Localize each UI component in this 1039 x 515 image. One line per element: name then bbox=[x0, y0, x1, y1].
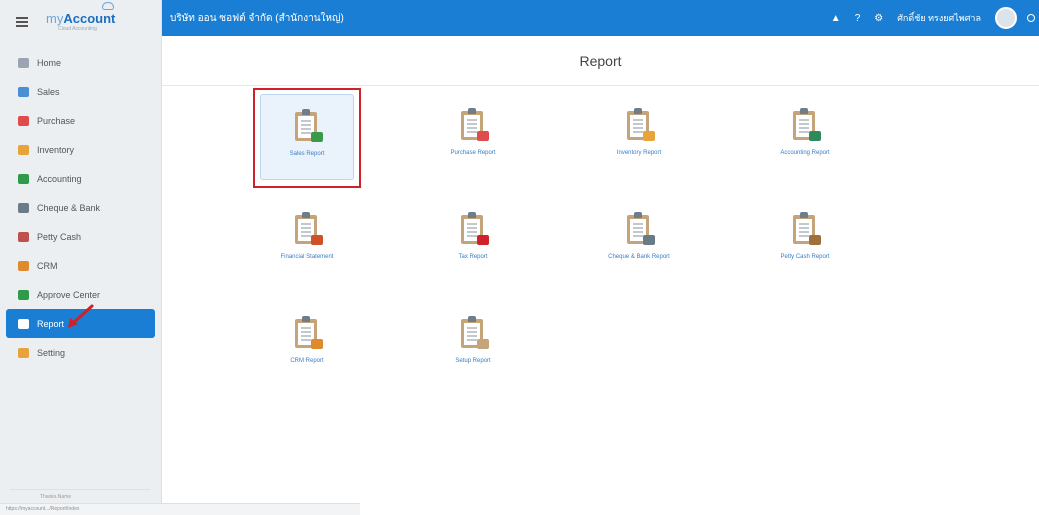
sidebar-item-sales[interactable]: Sales bbox=[6, 77, 155, 106]
report-card-label: Tax Report bbox=[458, 254, 488, 260]
sidebar: myAccount Cloud Accounting Home Sales Purc… bbox=[0, 0, 162, 515]
clipboard-icon bbox=[461, 108, 489, 141]
clipboard-icon bbox=[793, 212, 821, 245]
bell-icon[interactable]: ▲ bbox=[831, 13, 841, 24]
user-name[interactable]: ศักดิ์ชัย ทรงยศไพศาล bbox=[897, 11, 981, 25]
report-card-label: Accounting Report bbox=[780, 150, 830, 156]
topbar: บริษัท ออน ซอฟต์ จำกัด (สำนักงานใหญ่) ▲ … bbox=[162, 0, 1039, 36]
clipboard-icon bbox=[627, 108, 655, 141]
sidebar-item-label: Petty Cash bbox=[37, 231, 82, 242]
settings-icon[interactable]: ⚙ bbox=[874, 13, 883, 24]
sidebar-item-cheque-bank[interactable]: Cheque & Bank bbox=[6, 193, 155, 222]
sidebar-item-label: Approve Center bbox=[37, 289, 101, 300]
book-icon bbox=[18, 173, 29, 184]
sidebar-item-label: Cheque & Bank bbox=[37, 202, 101, 213]
report-card-label: Inventory Report bbox=[616, 150, 662, 156]
status-url: https://myaccount.../Report/Index bbox=[0, 503, 360, 515]
avatar[interactable] bbox=[995, 7, 1017, 29]
report-card-accounting-report[interactable]: Accounting Report bbox=[758, 94, 852, 180]
clipboard-icon bbox=[461, 212, 489, 245]
report-card-sales-report[interactable]: Sales Report bbox=[260, 94, 354, 180]
report-card-cheque-bank-report[interactable]: Cheque & Bank Report bbox=[592, 198, 686, 284]
logout-icon[interactable] bbox=[1027, 14, 1035, 22]
report-icon bbox=[18, 318, 29, 329]
approve-icon bbox=[18, 289, 29, 300]
gear-icon bbox=[18, 347, 29, 358]
report-card-inventory-report[interactable]: Inventory Report bbox=[592, 94, 686, 180]
clipboard-icon bbox=[793, 108, 821, 141]
sales-icon bbox=[18, 86, 29, 97]
cash-icon bbox=[18, 231, 29, 242]
report-card-crm-report[interactable]: CRM Report bbox=[260, 302, 354, 388]
sidebar-item-purchase[interactable]: Purchase bbox=[6, 106, 155, 135]
report-card-tax-report[interactable]: Tax Report bbox=[426, 198, 520, 284]
hamburger-menu-icon[interactable] bbox=[16, 17, 28, 27]
sidebar-item-petty-cash[interactable]: Petty Cash bbox=[6, 222, 155, 251]
clipboard-icon bbox=[295, 109, 323, 142]
sidebar-item-home[interactable]: Home bbox=[6, 48, 155, 77]
sidebar-item-label: Inventory bbox=[37, 144, 75, 155]
logo-bar: myAccount Cloud Accounting bbox=[0, 0, 161, 44]
app-logo[interactable]: myAccount Cloud Accounting bbox=[46, 2, 115, 32]
sidebar-item-label: Home bbox=[37, 57, 62, 68]
report-card-label: Petty Cash Report bbox=[780, 254, 830, 260]
clipboard-icon bbox=[295, 316, 323, 349]
sidebar-item-label: CRM bbox=[37, 260, 58, 271]
report-card-label: CRM Report bbox=[290, 358, 324, 364]
sidebar-item-label: Sales bbox=[37, 86, 60, 97]
page-title: Report bbox=[162, 36, 1039, 86]
report-grid: Sales Report Purchase Report Inventory Rep… bbox=[162, 86, 1039, 502]
company-name[interactable]: บริษัท ออน ซอฟต์ จำกัด (สำนักงานใหญ่) bbox=[162, 11, 831, 26]
report-card-label: Financial Statement bbox=[280, 254, 334, 260]
report-card-label: Sales Report bbox=[289, 151, 325, 157]
report-card-petty-cash-report[interactable]: Petty Cash Report bbox=[758, 198, 852, 284]
annotation-arrow bbox=[68, 304, 94, 328]
report-card-label: Setup Report bbox=[455, 358, 491, 364]
sidebar-item-inventory[interactable]: Inventory bbox=[6, 135, 155, 164]
sidebar-item-label: Purchase bbox=[37, 115, 76, 126]
report-card-setup-report[interactable]: Setup Report bbox=[426, 302, 520, 388]
cloud-icon bbox=[102, 2, 114, 10]
crm-icon bbox=[18, 260, 29, 271]
report-card-purchase-report[interactable]: Purchase Report bbox=[426, 94, 520, 180]
logo-subtitle: Cloud Accounting bbox=[58, 26, 97, 32]
help-icon[interactable]: ? bbox=[855, 13, 861, 24]
report-card-label: Purchase Report bbox=[450, 150, 496, 156]
sidebar-footer: Thanks.Name bbox=[10, 489, 150, 503]
cart-icon bbox=[18, 115, 29, 126]
sidebar-item-accounting[interactable]: Accounting bbox=[6, 164, 155, 193]
sidebar-item-label: Setting bbox=[37, 347, 66, 358]
home-icon bbox=[18, 57, 29, 68]
report-card-label: Cheque & Bank Report bbox=[608, 254, 670, 260]
sidebar-item-label: Accounting bbox=[37, 173, 82, 184]
bank-icon bbox=[18, 202, 29, 213]
sidebar-item-setting[interactable]: Setting bbox=[6, 338, 155, 367]
clipboard-icon bbox=[295, 212, 323, 245]
report-card-financial-statement[interactable]: Financial Statement bbox=[260, 198, 354, 284]
clipboard-icon bbox=[461, 316, 489, 349]
box-icon bbox=[18, 144, 29, 155]
sidebar-item-crm[interactable]: CRM bbox=[6, 251, 155, 280]
clipboard-icon bbox=[627, 212, 655, 245]
